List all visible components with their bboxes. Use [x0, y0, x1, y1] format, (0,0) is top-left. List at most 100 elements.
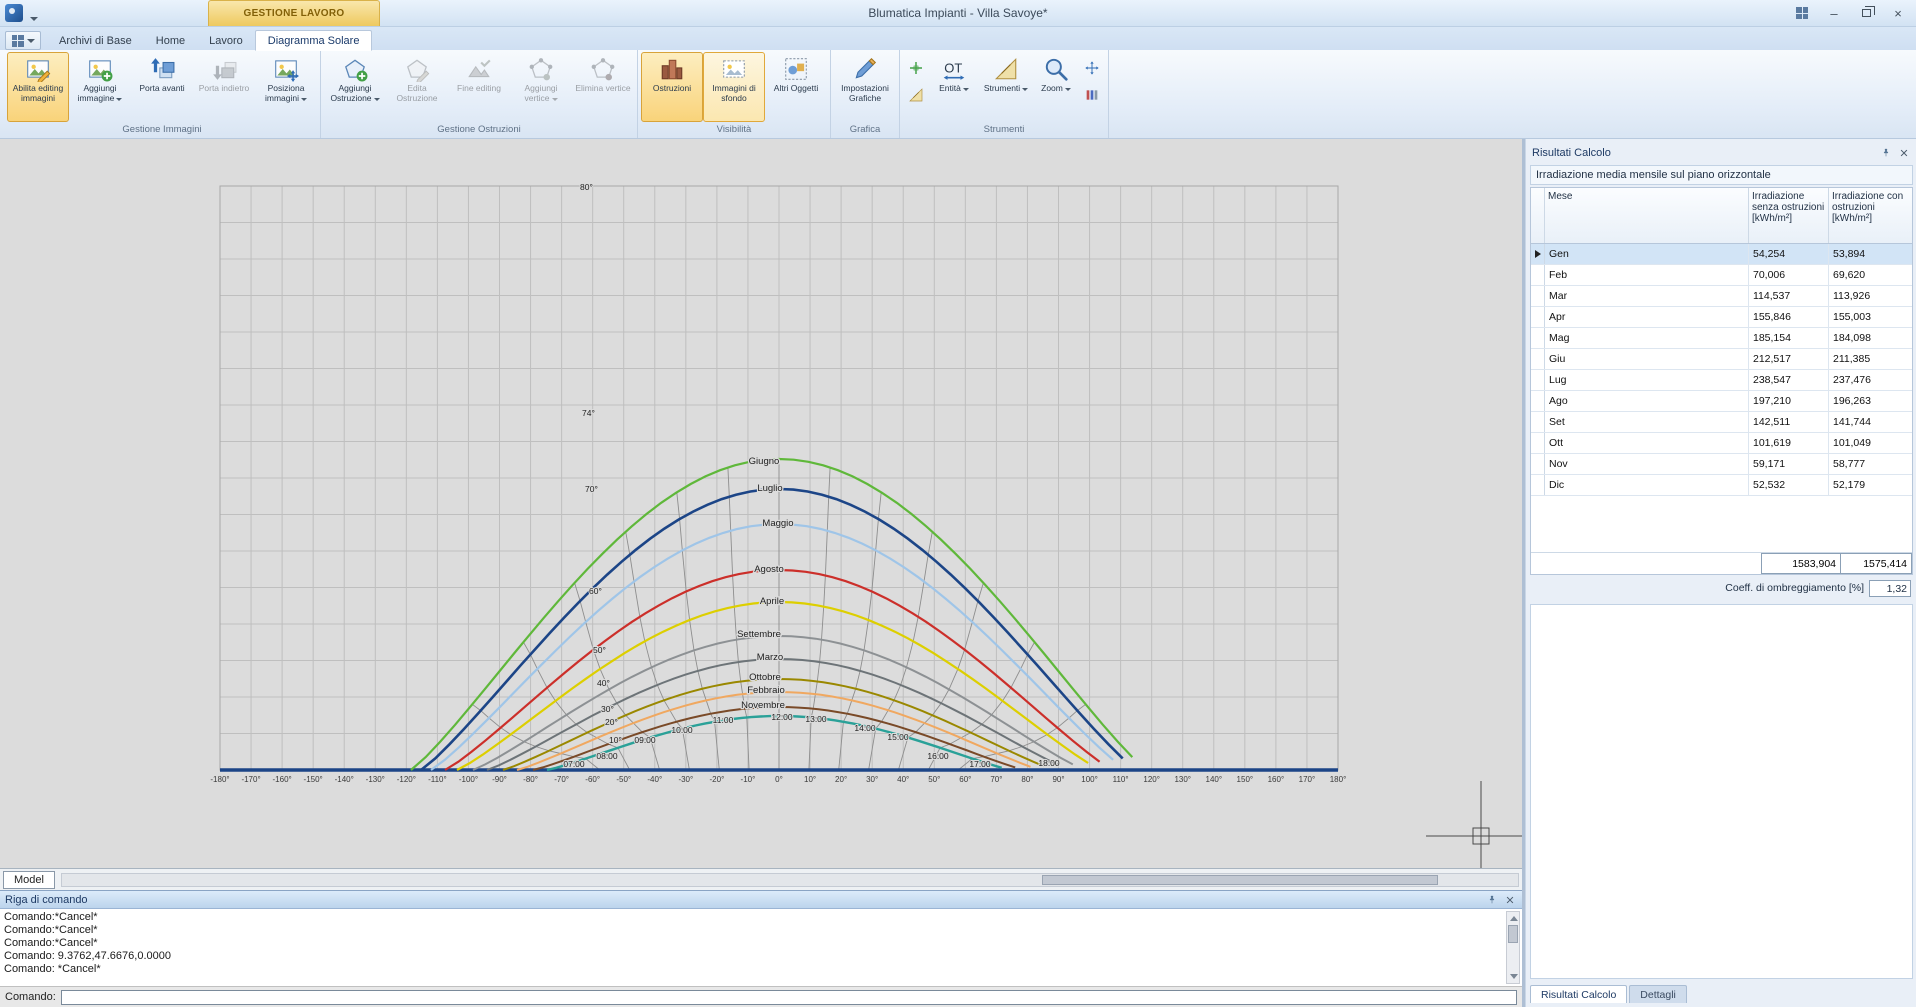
tab-archivi-di-base[interactable]: Archivi di Base [47, 31, 144, 50]
row-selector [1531, 391, 1545, 411]
pin-icon [1881, 148, 1891, 158]
screen-layout-button[interactable] [1788, 3, 1816, 23]
shading-coefficient-label: Coeff. di ombreggiamento [%] [1725, 582, 1864, 594]
minimize-button[interactable]: – [1820, 3, 1848, 23]
command-line: Comando: *Cancel* [4, 963, 1502, 976]
scrollbar-thumb[interactable] [1042, 875, 1438, 885]
column-header-con[interactable]: Irradiazione con ostruzioni [kWh/m²] [1829, 188, 1912, 243]
tab-model[interactable]: Model [3, 871, 55, 889]
fine-editing-button: Fine editing [448, 52, 510, 122]
porta-avanti-button[interactable]: Porta avanti [131, 52, 193, 122]
image-position-icon [273, 56, 299, 82]
table-row[interactable]: Feb70,00669,620 [1531, 265, 1912, 286]
button-label: Aggiungi immagine [71, 84, 129, 103]
pan-button[interactable] [1081, 57, 1103, 79]
altri-oggetti-button[interactable]: Altri Oggetti [765, 52, 827, 122]
row-selector [1531, 328, 1545, 348]
solar-diagram[interactable]: -180°-170°-160°-150°-140°-130°-120°-110°… [0, 139, 1522, 868]
restore-button[interactable] [1852, 3, 1880, 23]
cell-mese: Ott [1545, 433, 1749, 453]
aggiungi-immagine-button[interactable]: Aggiungi immagine [69, 52, 131, 122]
svg-text:40°: 40° [897, 775, 909, 784]
cell-mese: Giu [1545, 349, 1749, 369]
tab-lavoro[interactable]: Lavoro [197, 31, 255, 50]
table-row[interactable]: Ago197,210196,263 [1531, 391, 1912, 412]
abilita-editing-immagini-button[interactable]: Abilita editing immagini [7, 52, 69, 122]
cell-senza: 238,547 [1749, 370, 1829, 390]
close-button[interactable]: × [1884, 3, 1912, 23]
svg-text:-130°: -130° [366, 775, 385, 784]
cell-senza: 52,532 [1749, 475, 1829, 495]
table-row[interactable]: Set142,511141,744 [1531, 412, 1912, 433]
strumenti-button[interactable]: Strumenti [979, 52, 1033, 122]
scroll-up-arrow[interactable] [1510, 916, 1518, 921]
command-line: Comando:*Cancel* [4, 924, 1502, 937]
layers-button[interactable] [1081, 84, 1103, 106]
tools-icon [993, 56, 1019, 82]
svg-text:Ottobre: Ottobre [749, 672, 781, 683]
command-input[interactable] [61, 990, 1517, 1005]
ribbon-tab-row: Archivi di Base Home Lavoro Diagramma So… [0, 27, 1916, 50]
ostruzioni-visibility-button[interactable]: Ostruzioni [641, 52, 703, 122]
table-row[interactable]: Dic52,53252,179 [1531, 475, 1912, 496]
pin-button[interactable] [1484, 893, 1499, 907]
table-row[interactable]: Lug238,547237,476 [1531, 370, 1912, 391]
vertical-scrollbar[interactable] [1506, 911, 1520, 984]
horizontal-scrollbar[interactable] [61, 873, 1519, 887]
scrollbar-thumb[interactable] [1508, 925, 1518, 943]
column-header-mese[interactable]: Mese [1545, 188, 1749, 243]
svg-text:70°: 70° [990, 775, 1002, 784]
tab-dettagli[interactable]: Dettagli [1629, 985, 1687, 1003]
table-row[interactable]: Apr155,846155,003 [1531, 307, 1912, 328]
table-caption: Irradiazione media mensile sul piano ori… [1530, 165, 1913, 185]
svg-text:Novembre: Novembre [741, 700, 785, 711]
tab-diagramma-solare[interactable]: Diagramma Solare [255, 30, 373, 51]
pan-arrows-icon [1084, 60, 1100, 76]
impostazioni-grafiche-button[interactable]: Impostazioni Grafiche [834, 52, 896, 122]
cell-con: 141,744 [1829, 412, 1912, 432]
group-label: Grafica [834, 122, 896, 138]
scroll-down-arrow[interactable] [1510, 974, 1518, 979]
svg-text:-80°: -80° [523, 775, 538, 784]
table-row[interactable]: Mar114,537113,926 [1531, 286, 1912, 307]
table-row[interactable]: Ott101,619101,049 [1531, 433, 1912, 454]
svg-text:-10°: -10° [741, 775, 756, 784]
pin-button[interactable] [1878, 146, 1893, 160]
tab-home[interactable]: Home [144, 31, 197, 50]
column-header-senza[interactable]: Irradiazione senza ostruzioni [kWh/m²] [1749, 188, 1829, 243]
group-strumenti: Entità Strumenti Zoom Strumenti [900, 50, 1109, 138]
command-prompt-label: Comando: [5, 991, 56, 1003]
tab-risultati-calcolo[interactable]: Risultati Calcolo [1530, 985, 1627, 1003]
entita-button[interactable]: Entità [929, 52, 979, 122]
application-menu-button[interactable] [5, 31, 41, 50]
zoom-button[interactable]: Zoom [1033, 52, 1079, 122]
svg-text:08:00: 08:00 [596, 751, 618, 761]
svg-text:09:00: 09:00 [634, 735, 656, 745]
table-row[interactable]: Nov59,17158,777 [1531, 454, 1912, 475]
table-row[interactable]: Mag185,154184,098 [1531, 328, 1912, 349]
cell-mese: Set [1545, 412, 1749, 432]
svg-text:Luglio: Luglio [757, 483, 782, 494]
cell-senza: 197,210 [1749, 391, 1829, 411]
svg-text:150°: 150° [1237, 775, 1254, 784]
aggiungi-ostruzione-button[interactable]: Aggiungi Ostruzione [324, 52, 386, 122]
drawing-tools-button[interactable] [905, 84, 927, 106]
grid-icon [12, 35, 24, 47]
immagini-di-sfondo-button[interactable]: Immagini di sfondo [703, 52, 765, 122]
group-label: Gestione Immagini [7, 122, 317, 138]
close-panel-button[interactable] [1502, 893, 1517, 907]
table-row[interactable]: Giu212,517211,385 [1531, 349, 1912, 370]
button-label: Ostruzioni [653, 84, 691, 94]
cell-mese: Mag [1545, 328, 1749, 348]
close-panel-button[interactable] [1896, 146, 1911, 160]
svg-text:Aprile: Aprile [760, 596, 784, 607]
posiziona-immagini-button[interactable]: Posiziona immagini [255, 52, 317, 122]
cell-con: 52,179 [1829, 475, 1912, 495]
svg-text:30°: 30° [866, 775, 878, 784]
chevron-down-icon [1065, 88, 1071, 91]
drawing-canvas[interactable]: -180°-170°-160°-150°-140°-130°-120°-110°… [0, 139, 1522, 868]
table-row[interactable]: Gen54,25453,894 [1531, 244, 1912, 265]
svg-text:12:00: 12:00 [771, 712, 793, 722]
background-image-icon [721, 56, 747, 82]
snap-button[interactable] [905, 57, 927, 79]
